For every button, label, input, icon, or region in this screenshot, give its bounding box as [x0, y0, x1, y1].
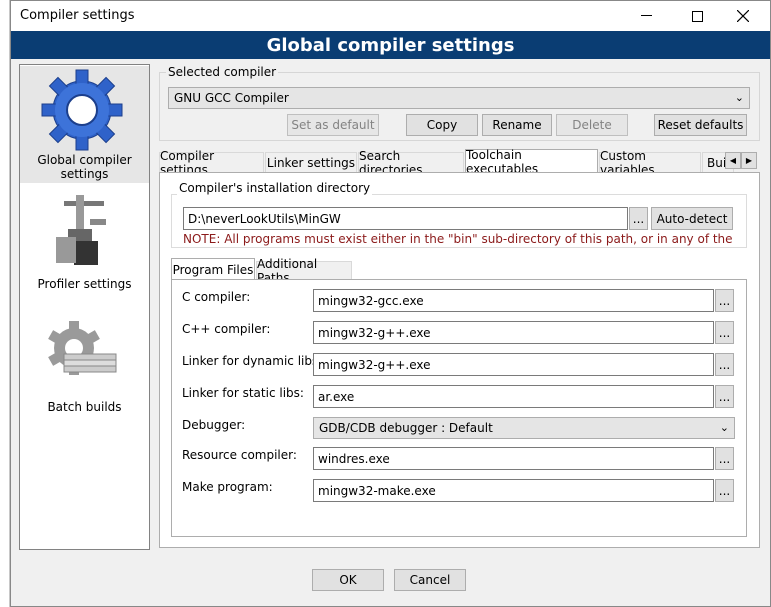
batch-gear-icon: [44, 320, 124, 390]
dialog-footer: [11, 559, 770, 606]
chevron-down-icon: ⌄: [719, 421, 729, 434]
nav-item-global-compiler[interactable]: Global compiler settings: [20, 66, 149, 183]
page-banner: Global compiler settings: [11, 31, 770, 59]
minimize-icon[interactable]: [623, 1, 669, 31]
tab-custom-variables[interactable]: Custom variables: [599, 149, 701, 177]
profiler-icon: [44, 191, 124, 271]
program-path-input[interactable]: mingw32-gcc.exe: [313, 289, 714, 312]
close-icon[interactable]: [720, 1, 766, 31]
tab-search-directories[interactable]: Search directories: [358, 149, 464, 177]
program-label: Resource compiler:: [182, 448, 297, 462]
compiler-select-value: GNU GCC Compiler: [174, 91, 289, 105]
program-browse-button[interactable]: ...: [715, 353, 734, 376]
nav-label-profiler: Profiler settings: [37, 277, 132, 291]
debugger-select[interactable]: GDB/CDB debugger : Default ⌄: [313, 417, 735, 439]
tab-scroll-left-icon[interactable]: ◀: [725, 152, 741, 169]
delete-button[interactable]: Delete: [556, 114, 628, 136]
install-dir-legend: Compiler's installation directory: [177, 181, 373, 195]
program-path-input[interactable]: mingw32-g++.exe: [313, 353, 714, 376]
program-path-input[interactable]: mingw32-make.exe: [313, 479, 714, 502]
maximize-icon[interactable]: [674, 1, 720, 31]
subtab-program-files[interactable]: Program Files: [171, 258, 255, 280]
debugger-label: Debugger:: [182, 418, 246, 432]
gear-icon: [41, 69, 123, 151]
compiler-select[interactable]: GNU GCC Compiler ⌄: [168, 87, 750, 109]
auto-detect-button[interactable]: Auto-detect: [651, 207, 733, 230]
program-label: C compiler:: [182, 290, 251, 304]
nav-item-profiler[interactable]: Profiler settings: [20, 191, 149, 297]
subtab-additional-paths[interactable]: Additional Paths: [256, 257, 352, 285]
nav-label-global-compiler: Global compiler settings: [37, 153, 132, 181]
install-dir-input[interactable]: D:\neverLookUtils\MinGW: [183, 207, 628, 230]
program-browse-button[interactable]: ...: [715, 385, 734, 408]
tab-compiler-settings[interactable]: Compiler settings: [159, 149, 264, 177]
program-path-input[interactable]: windres.exe: [313, 447, 714, 470]
background-window-edge: [0, 0, 10, 607]
install-dir-browse-button[interactable]: ...: [629, 207, 648, 230]
program-browse-button[interactable]: ...: [715, 447, 734, 470]
program-browse-button[interactable]: ...: [715, 479, 734, 502]
set-as-default-button[interactable]: Set as default: [287, 114, 379, 136]
nav-label-batch-builds: Batch builds: [47, 400, 122, 414]
tab-toolchain-executables[interactable]: Toolchain executables: [465, 148, 598, 176]
program-browse-button[interactable]: ...: [715, 321, 734, 344]
window-title: Compiler settings: [20, 8, 135, 23]
rename-button[interactable]: Rename: [482, 114, 552, 136]
selected-compiler-legend: Selected compiler: [166, 65, 279, 79]
compiler-settings-dialog: Compiler settings Global compiler settin…: [10, 0, 771, 607]
debugger-select-value: GDB/CDB debugger : Default: [319, 421, 493, 435]
copy-button[interactable]: Copy: [406, 114, 478, 136]
reset-defaults-button[interactable]: Reset defaults: [654, 114, 747, 136]
install-dir-note: NOTE: All programs must exist either in …: [183, 232, 733, 246]
title-bar[interactable]: Compiler settings: [11, 1, 770, 31]
nav-item-batch-builds[interactable]: Batch builds: [20, 320, 149, 420]
tab-linker-settings[interactable]: Linker settings: [265, 152, 357, 173]
program-label: C++ compiler:: [182, 322, 271, 336]
program-browse-button[interactable]: ...: [715, 289, 734, 312]
tab-scroll-right-icon[interactable]: ▶: [741, 152, 757, 169]
program-label: Linker for dynamic libs:: [182, 354, 323, 368]
ok-button[interactable]: OK: [312, 569, 384, 591]
program-label: Linker for static libs:: [182, 386, 304, 400]
settings-category-list: Global compiler settings Profiler settin…: [19, 64, 150, 550]
cancel-button[interactable]: Cancel: [394, 569, 466, 591]
program-path-input[interactable]: mingw32-g++.exe: [313, 321, 714, 344]
program-label: Make program:: [182, 480, 273, 494]
program-path-input[interactable]: ar.exe: [313, 385, 714, 408]
chevron-down-icon: ⌄: [734, 91, 744, 104]
